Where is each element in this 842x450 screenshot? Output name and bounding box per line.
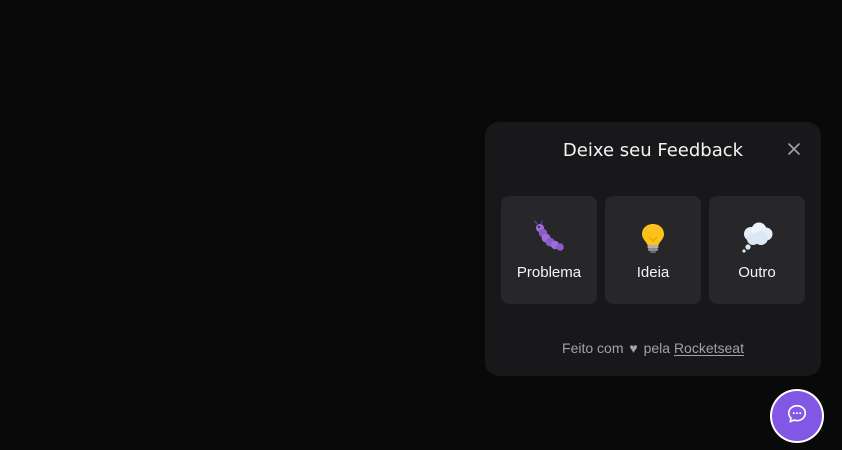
- thought-bubble-icon: [739, 220, 775, 256]
- footer-prefix: Feito com: [562, 340, 624, 356]
- heart-icon: ♥: [629, 340, 638, 356]
- option-label: Outro: [738, 263, 776, 281]
- feedback-type-options: Problema Ideia Outro: [501, 196, 805, 304]
- widget-title: Deixe seu Feedback: [562, 140, 744, 161]
- option-ideia[interactable]: Ideia: [605, 196, 701, 304]
- chat-bubble-icon: [786, 403, 808, 429]
- page: Deixe seu Feedback Problema Ideia Outro …: [0, 0, 842, 450]
- widget-footer: Feito com ♥ pela Rocketseat: [485, 340, 821, 356]
- option-problema[interactable]: Problema: [501, 196, 597, 304]
- option-label: Problema: [516, 263, 582, 281]
- option-label: Ideia: [636, 263, 670, 281]
- bug-icon: [531, 219, 567, 256]
- footer-middle: pela: [643, 340, 671, 356]
- feedback-widget: Deixe seu Feedback Problema Ideia Outro …: [485, 122, 821, 376]
- open-feedback-button[interactable]: [772, 391, 822, 441]
- close-icon: [787, 141, 801, 160]
- lightbulb-icon: [635, 220, 671, 256]
- close-button[interactable]: [785, 141, 803, 159]
- option-outro[interactable]: Outro: [709, 196, 805, 304]
- rocketseat-link[interactable]: Rocketseat: [674, 340, 744, 356]
